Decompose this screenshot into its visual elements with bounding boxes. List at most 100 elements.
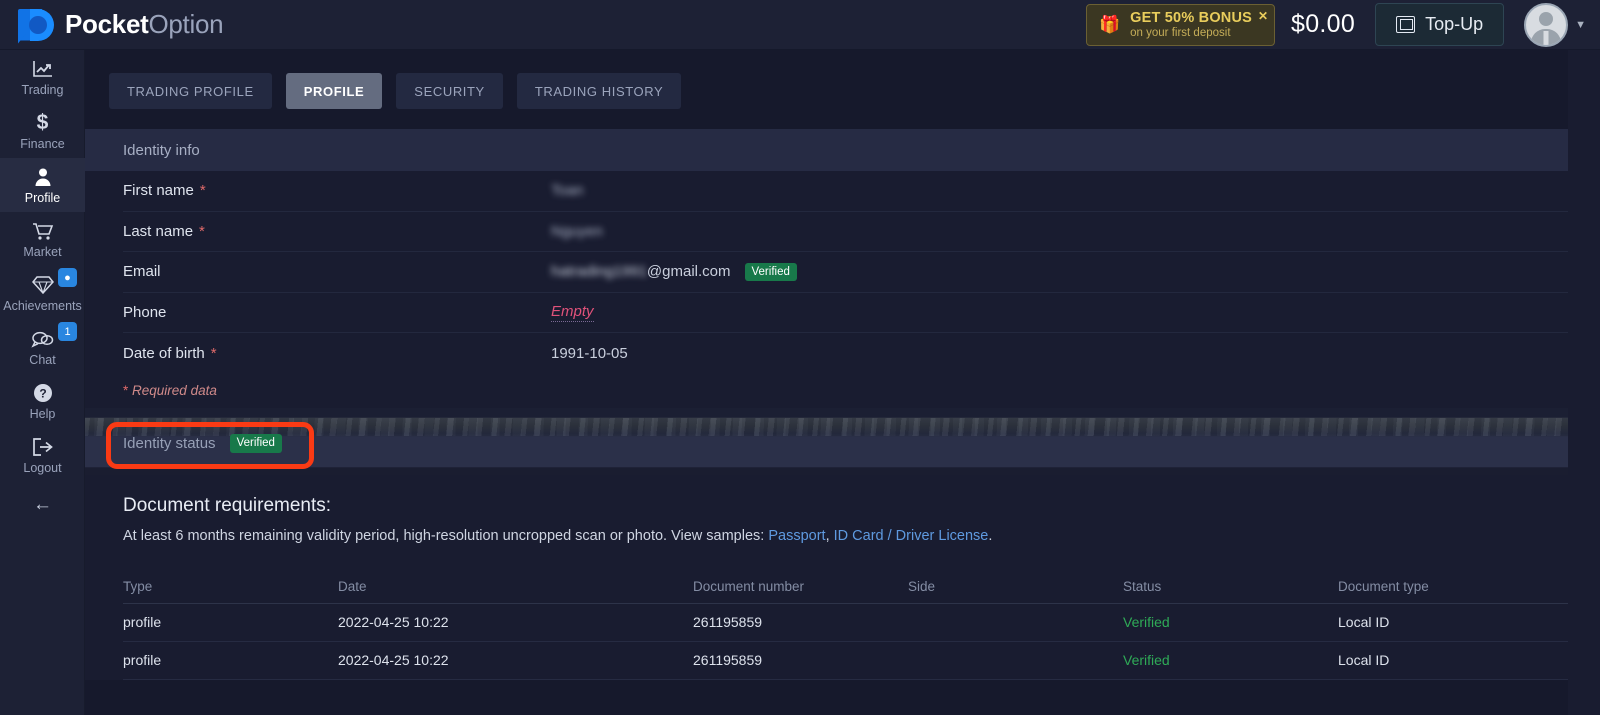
document-requirements-title: Document requirements:: [123, 494, 332, 516]
diamond-icon: [31, 274, 54, 296]
table-row[interactable]: profile 2022-04-25 10:22 261195859 Verif…: [123, 642, 1600, 680]
sidebar-item-finance[interactable]: $ Finance: [0, 104, 85, 158]
table-row[interactable]: profile 2022-04-25 10:22 261195859 Verif…: [123, 604, 1600, 642]
cell-date: 2022-04-25 10:22: [338, 652, 449, 669]
document-requirements-description: At least 6 months remaining validity per…: [123, 528, 1600, 544]
doc-link-separator: ,: [825, 527, 834, 544]
arrow-left-icon: ←: [33, 494, 52, 515]
chat-bubble-icon: [30, 328, 55, 350]
tab-trading-profile[interactable]: TRADING PROFILE: [109, 73, 272, 109]
achievements-badge: ●: [58, 268, 77, 287]
email-label-wrap: Email: [123, 263, 551, 280]
identity-status-label: Identity status: [123, 434, 216, 452]
first-name-label-wrap: First name *: [123, 182, 551, 199]
sidebar-item-profile[interactable]: Profile: [0, 158, 85, 212]
cell-status: Verified: [1123, 652, 1170, 669]
email-value[interactable]: hatrading1991 @gmail.com Verified: [551, 262, 797, 282]
sidebar-item-chat[interactable]: 1 Chat: [0, 320, 85, 374]
brand-name-light: Option: [148, 9, 224, 39]
avatar[interactable]: [1524, 2, 1569, 47]
gift-icon: 🎁: [1098, 15, 1121, 34]
passport-sample-link[interactable]: Passport: [768, 528, 825, 544]
identity-status-row: Identity status Verified: [123, 433, 282, 453]
field-row-phone: Phone Empty: [123, 293, 1600, 334]
header-actions: 🎁 GET 50% BONUS on your first deposit ✕ …: [1085, 0, 1600, 50]
sidebar-item-achievements[interactable]: ● Achievements: [0, 266, 85, 320]
main-content: TRADING PROFILE PROFILE SECURITY TRADING…: [85, 50, 1600, 715]
brand-logo-area[interactable]: PocketOption: [18, 8, 224, 44]
close-icon[interactable]: ✕: [1258, 10, 1268, 22]
required-asterisk: *: [123, 382, 129, 398]
document-requirements-section: Document requirements: At least 6 months…: [85, 474, 1600, 680]
bonus-title: GET 50% BONUS: [1130, 9, 1253, 26]
field-row-date-of-birth: Date of birth * 1991-10-05: [123, 333, 1600, 374]
bonus-banner[interactable]: 🎁 GET 50% BONUS on your first deposit ✕: [1085, 3, 1276, 46]
sidebar-label-trading: Trading: [21, 82, 64, 97]
col-header-number: Document number: [693, 578, 805, 594]
sidebar-collapse-button[interactable]: ←: [0, 482, 85, 528]
top-up-button[interactable]: Top-Up: [1375, 3, 1505, 46]
right-edge-gutter: [1568, 50, 1600, 715]
col-header-doc-type: Document type: [1338, 578, 1429, 594]
email-value-masked: hatrading1991: [551, 263, 647, 281]
phone-empty-link[interactable]: Empty: [551, 303, 594, 323]
cell-type: profile: [123, 652, 162, 669]
chevron-down-icon[interactable]: ▼: [1575, 19, 1586, 31]
identity-info-title: Identity info: [85, 129, 1600, 171]
col-header-date: Date: [338, 578, 367, 594]
top-header: PocketOption 🎁 GET 50% BONUS on your fir…: [0, 0, 1600, 50]
email-verified-badge: Verified: [744, 262, 797, 282]
email-label: Email: [123, 263, 161, 281]
sidebar-label-achievements: Achievements: [3, 298, 82, 313]
last-name-value[interactable]: Nguyen: [551, 223, 603, 240]
cell-date: 2022-04-25 10:22: [338, 614, 449, 631]
profile-tabs: TRADING PROFILE PROFILE SECURITY TRADING…: [85, 50, 1600, 109]
required-asterisk: *: [210, 345, 217, 363]
identity-info-body: First name * Toan Last name * Nguyen Ema…: [85, 171, 1600, 408]
cell-number: 261195859: [693, 652, 763, 669]
doc-desc-text: At least 6 months remaining validity per…: [123, 527, 769, 544]
dollar-icon: $: [36, 110, 49, 134]
sidebar-label-logout: Logout: [23, 460, 62, 475]
first-name-value[interactable]: Toan: [551, 182, 584, 199]
phone-value[interactable]: Empty: [551, 303, 594, 323]
email-domain: @gmail.com: [646, 263, 731, 281]
sidebar-label-profile: Profile: [24, 190, 61, 205]
required-asterisk: *: [199, 182, 206, 200]
cell-type: profile: [123, 614, 162, 631]
field-row-first-name: First name * Toan: [123, 171, 1600, 212]
last-name-label-wrap: Last name *: [123, 223, 551, 240]
sidebar-item-market[interactable]: Market: [0, 212, 85, 266]
doc-desc-period: .: [988, 527, 993, 544]
cart-icon: [32, 220, 54, 242]
sidebar-item-trading[interactable]: Trading: [0, 50, 85, 104]
dob-label-wrap: Date of birth *: [123, 345, 551, 362]
banner-texture: [85, 417, 1600, 436]
brand-name-bold: Pocket: [65, 9, 149, 39]
bonus-subtitle: on your first deposit: [1130, 26, 1231, 39]
sidebar-label-market: Market: [23, 244, 62, 259]
field-row-email: Email hatrading1991 @gmail.com Verified: [123, 252, 1600, 293]
id-card-sample-link[interactable]: ID Card / Driver License: [834, 528, 989, 544]
identity-status-banner: Identity status Verified: [85, 407, 1600, 475]
cell-status: Verified: [1123, 614, 1170, 631]
identity-status-badge: Verified: [229, 433, 282, 453]
col-header-side: Side: [908, 578, 936, 594]
cell-doc-type: Local ID: [1338, 652, 1390, 669]
required-data-note: * Required data: [123, 374, 1600, 408]
first-name-label: First name: [123, 182, 194, 200]
sidebar-label-help: Help: [29, 406, 56, 421]
chat-badge: 1: [58, 322, 77, 341]
sidebar-item-help[interactable]: ? Help: [0, 374, 85, 428]
dob-value[interactable]: 1991-10-05: [551, 345, 628, 362]
tab-security[interactable]: SECURITY: [396, 73, 503, 109]
pocket-option-logo-icon: [18, 8, 54, 44]
last-name-label: Last name: [123, 222, 194, 240]
sidebar-item-logout[interactable]: Logout: [0, 428, 85, 482]
svg-text:?: ?: [39, 386, 46, 400]
profile-menu[interactable]: ▼: [1524, 2, 1586, 47]
app-root: PocketOption 🎁 GET 50% BONUS on your fir…: [0, 0, 1600, 715]
deposit-icon: [1396, 16, 1416, 33]
tab-trading-history[interactable]: TRADING HISTORY: [516, 73, 682, 109]
tab-profile[interactable]: PROFILE: [285, 73, 383, 109]
